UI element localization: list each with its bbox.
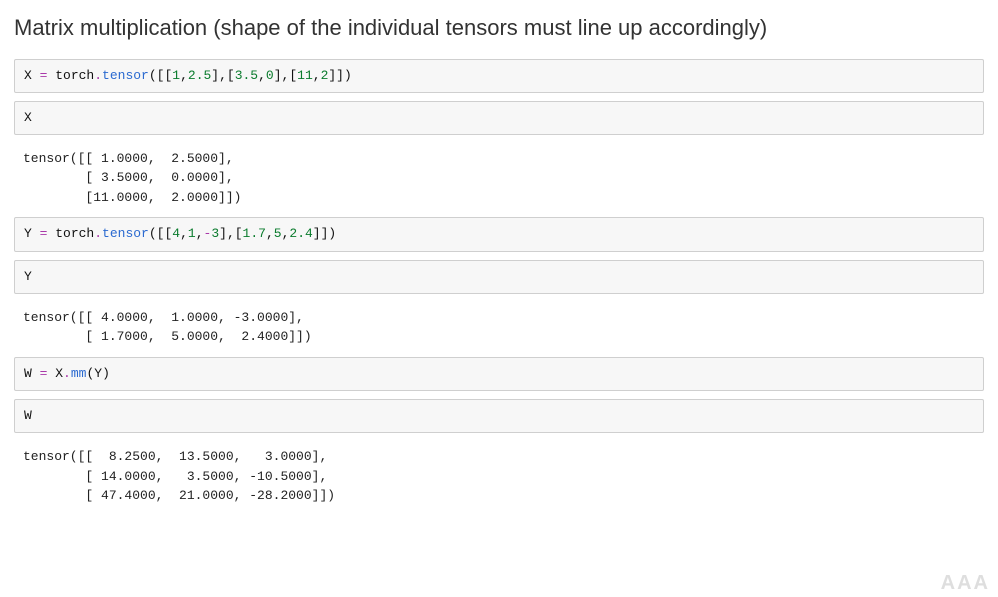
code-token: X [24, 68, 32, 83]
code-cell-show-x[interactable]: X [14, 101, 984, 135]
code-token: . [63, 366, 71, 381]
code-token: 1 [172, 68, 180, 83]
code-token: torch [55, 68, 94, 83]
code-token: ],[ [274, 68, 297, 83]
code-cell-show-w[interactable]: W [14, 399, 984, 433]
code-token: ]]) [328, 68, 351, 83]
code-token: 11 [297, 68, 313, 83]
code-token: 2.5 [188, 68, 211, 83]
code-token: X [24, 110, 32, 125]
code-token: . [94, 226, 102, 241]
code-token: , [258, 68, 266, 83]
code-token: , [180, 226, 188, 241]
code-token: tensor [102, 226, 149, 241]
code-token: ],[ [211, 68, 234, 83]
code-token: , [313, 68, 321, 83]
code-token: Y [24, 269, 32, 284]
code-token: ],[ [219, 226, 242, 241]
code-token: = [32, 366, 55, 381]
code-token: ([[ [149, 226, 172, 241]
code-token: 2.4 [289, 226, 312, 241]
code-token: 0 [266, 68, 274, 83]
code-cell-define-y[interactable]: Y = torch.tensor([[4,1,-3],[1.7,5,2.4]]) [14, 217, 984, 251]
code-token: . [94, 68, 102, 83]
code-token: ([[ [149, 68, 172, 83]
code-token: Y [24, 226, 32, 241]
code-token: 4 [172, 226, 180, 241]
code-token: X [55, 366, 63, 381]
code-token: , [180, 68, 188, 83]
code-token: 3.5 [235, 68, 258, 83]
code-token: ]]) [313, 226, 336, 241]
watermark: AAA [941, 572, 990, 595]
code-token: 3 [211, 226, 219, 241]
code-token: = [32, 226, 55, 241]
code-token: 1.7 [243, 226, 266, 241]
code-token: 1 [188, 226, 196, 241]
output-x: tensor([[ 1.0000, 2.5000], [ 3.5000, 0.0… [14, 143, 984, 218]
code-cell-define-x[interactable]: X = torch.tensor([[1,2.5],[3.5,0],[11,2]… [14, 59, 984, 93]
code-token: 5 [274, 226, 282, 241]
code-token: W [24, 408, 32, 423]
code-token: mm [71, 366, 87, 381]
output-y: tensor([[ 4.0000, 1.0000, -3.0000], [ 1.… [14, 302, 984, 357]
code-token: Y [94, 366, 102, 381]
section-heading: Matrix multiplication (shape of the indi… [14, 14, 984, 43]
code-token: = [32, 68, 55, 83]
code-token: , [266, 226, 274, 241]
code-token: torch [55, 226, 94, 241]
code-token: , [196, 226, 204, 241]
code-token: tensor [102, 68, 149, 83]
code-token: W [24, 366, 32, 381]
code-cell-define-w[interactable]: W = X.mm(Y) [14, 357, 984, 391]
code-cell-show-y[interactable]: Y [14, 260, 984, 294]
output-w: tensor([[ 8.2500, 13.5000, 3.0000], [ 14… [14, 441, 984, 516]
code-token: ) [102, 366, 110, 381]
